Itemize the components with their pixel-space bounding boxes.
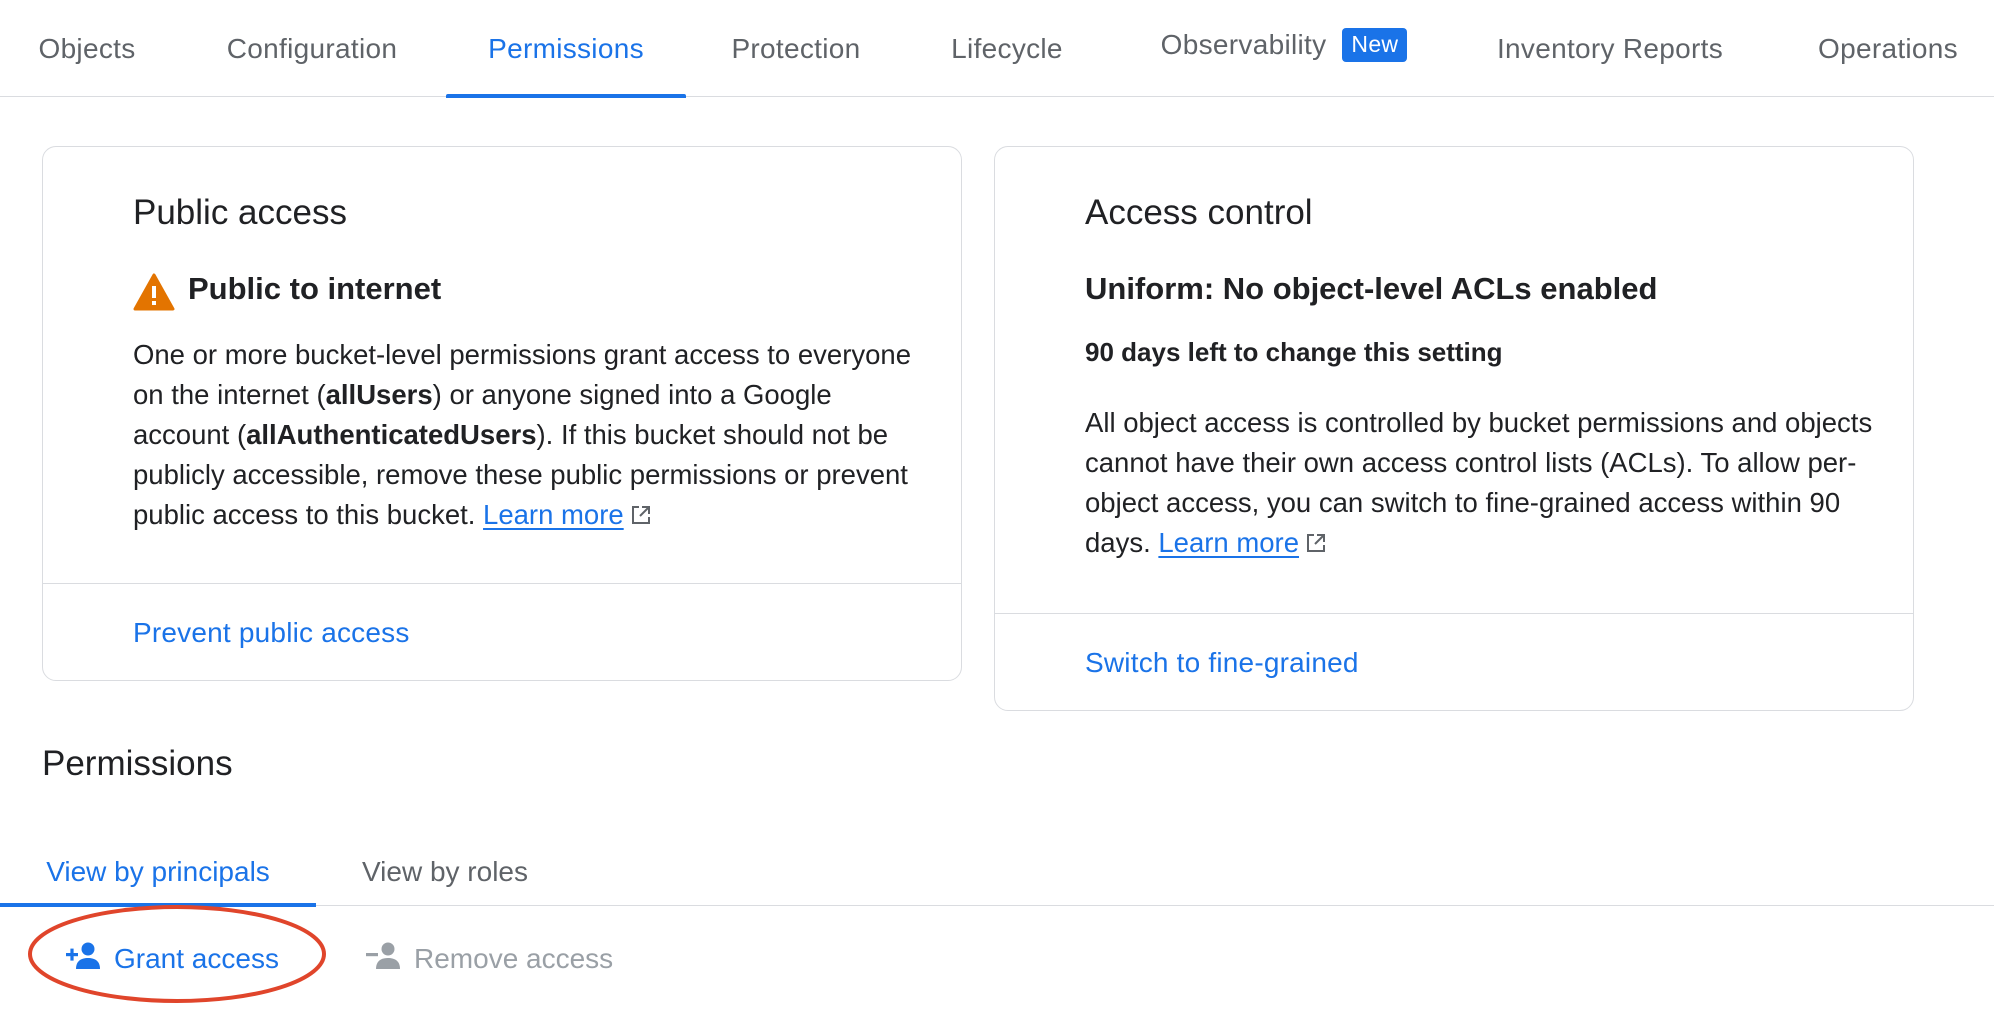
permissions-view-tabs: View by principals View by roles (0, 838, 1994, 907)
tab-configuration[interactable]: Configuration (206, 0, 418, 97)
public-access-status: Public to internet (188, 271, 442, 306)
learn-more-link[interactable]: Learn more (1158, 527, 1299, 558)
grant-access-button[interactable]: Grant access (66, 934, 279, 984)
tab-objects[interactable]: Objects (0, 0, 174, 97)
tab-observability[interactable]: Observability New (1134, 0, 1434, 93)
tab-view-by-roles[interactable]: View by roles (346, 838, 544, 906)
remove-person-icon (366, 941, 414, 978)
public-access-description: One or more bucket-level permissions gra… (133, 335, 933, 537)
tab-inventory-reports[interactable]: Inventory Reports (1480, 0, 1740, 97)
access-control-description: All object access is controlled by bucke… (1085, 403, 1885, 565)
card-divider (43, 583, 961, 584)
tab-protection[interactable]: Protection (716, 0, 876, 97)
warning-icon (133, 273, 175, 316)
prevent-public-access-button[interactable]: Prevent public access (133, 617, 410, 649)
grant-access-label: Grant access (114, 943, 279, 974)
remove-access-label: Remove access (414, 943, 614, 974)
external-link-icon (1305, 525, 1327, 565)
all-users-term: allUsers (325, 379, 433, 410)
all-authenticated-users-term: allAuthenticatedUsers (246, 419, 537, 450)
permissions-section-title: Permissions (42, 744, 233, 783)
access-control-status: Uniform: No object-level ACLs enabled (1085, 271, 1658, 306)
tab-observability-label: Observability (1160, 28, 1327, 60)
access-control-card: Access control Uniform: No object-level … (994, 146, 1914, 711)
switch-to-fine-grained-button[interactable]: Switch to fine-grained (1085, 647, 1359, 679)
card-divider (995, 613, 1913, 614)
public-access-card: Public access Public to internet One or … (42, 146, 962, 681)
public-access-title: Public access (133, 193, 347, 232)
tab-permissions[interactable]: Permissions (446, 0, 686, 98)
tab-operations[interactable]: Operations (1800, 0, 1976, 97)
tab-view-by-principals[interactable]: View by principals (0, 838, 316, 907)
add-person-icon (66, 941, 114, 978)
days-left-note: 90 days left to change this setting (1085, 337, 1503, 367)
bucket-tabs: Objects Configuration Permissions Protec… (0, 0, 1994, 98)
access-control-title: Access control (1085, 193, 1313, 232)
remove-access-button[interactable]: Remove access (366, 934, 613, 984)
external-link-icon (630, 497, 652, 537)
learn-more-link[interactable]: Learn more (483, 499, 624, 530)
tab-lifecycle[interactable]: Lifecycle (932, 0, 1082, 97)
new-badge: New (1342, 27, 1408, 62)
